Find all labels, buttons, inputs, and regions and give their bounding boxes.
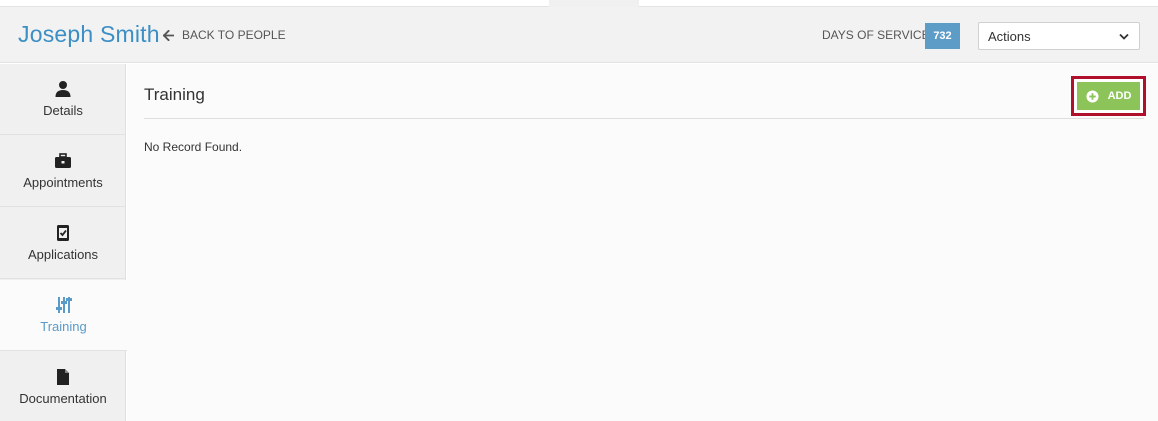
sidebar-item-label: Training (40, 319, 87, 334)
sidebar-item-documentation[interactable]: Documentation (0, 352, 126, 421)
sidebar-item-label: Details (43, 103, 83, 118)
sidebar-item-label: Appointments (23, 175, 103, 190)
back-link-label: BACK TO PEOPLE (182, 28, 286, 42)
chevron-down-icon (1119, 33, 1129, 40)
back-to-people-link[interactable]: BACK TO PEOPLE (163, 28, 286, 42)
file-icon (57, 369, 69, 385)
section-divider (144, 118, 1144, 119)
empty-state-message: No Record Found. (144, 140, 243, 154)
checked-document-icon (57, 225, 69, 241)
actions-dropdown[interactable]: Actions (978, 22, 1140, 50)
sidebar-item-details[interactable]: Details (0, 64, 126, 135)
plus-circle-icon (1086, 89, 1099, 103)
arrow-left-icon (163, 29, 174, 41)
top-tab-stub (549, 0, 639, 7)
add-button-label: ADD (1107, 90, 1132, 102)
sidebar-item-appointments[interactable]: Appointments (0, 136, 126, 207)
sidebar-item-training[interactable]: Training (0, 280, 127, 351)
sidebar-item-label: Documentation (19, 391, 107, 406)
days-of-service-badge: 732 (925, 23, 960, 49)
add-button[interactable]: ADD (1077, 82, 1140, 110)
sidebar: Details Appointments Applications Traini… (0, 64, 127, 421)
page-header: Joseph Smith BACK TO PEOPLE DAYS OF SERV… (0, 7, 1158, 63)
top-strip (0, 0, 1158, 7)
add-button-highlight: ADD (1071, 76, 1146, 116)
sliders-icon (55, 297, 72, 313)
sidebar-item-applications[interactable]: Applications (0, 208, 126, 279)
section-title: Training (144, 85, 205, 104)
days-of-service-label: DAYS OF SERVICE (822, 28, 930, 42)
actions-dropdown-value: Actions (988, 28, 1031, 44)
person-name: Joseph Smith (18, 21, 160, 47)
sidebar-item-label: Applications (27, 247, 99, 262)
briefcase-icon (55, 153, 71, 168)
main-content: Training ADD No Record Found. (127, 64, 1158, 421)
user-icon (55, 81, 71, 97)
